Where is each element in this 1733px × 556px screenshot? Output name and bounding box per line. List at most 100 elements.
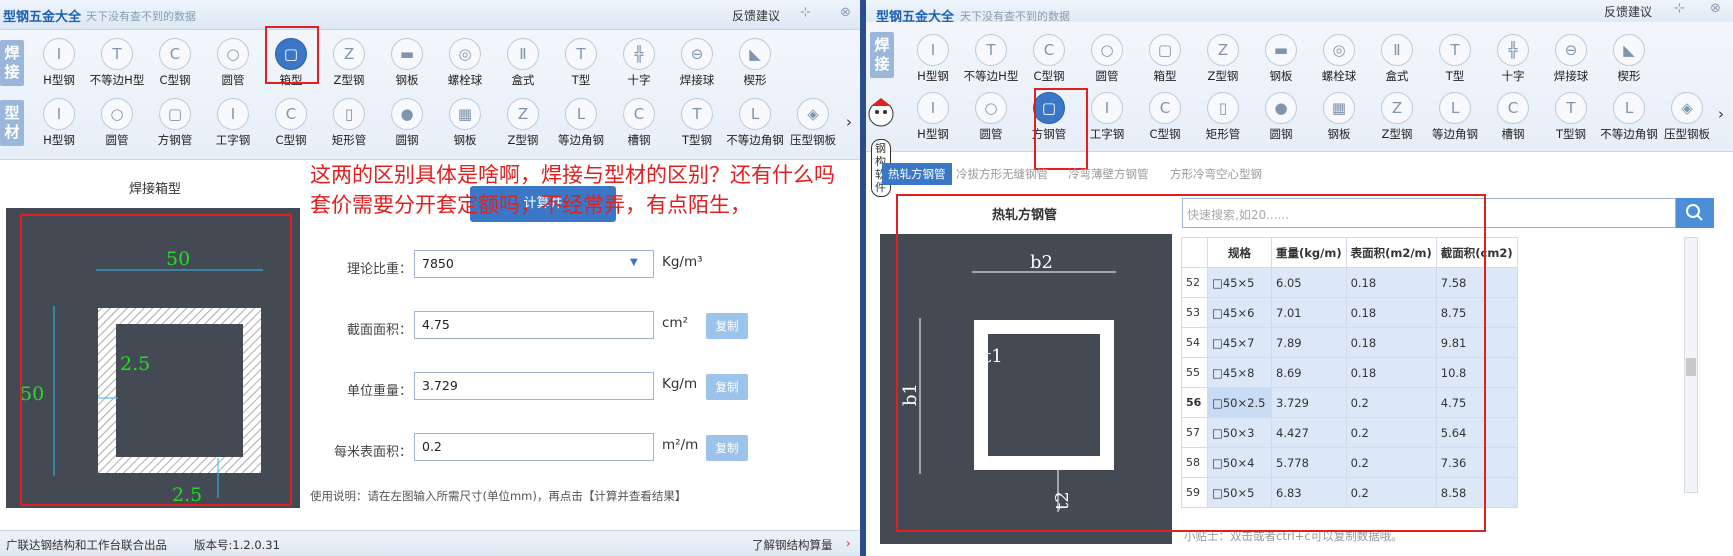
tool-steel-plate[interactable]: ▦ 钢板	[436, 98, 494, 152]
tool-box-type[interactable]: Ⅱ 盒式	[1368, 34, 1426, 88]
tool-T-beam[interactable]: T T型	[552, 38, 610, 92]
tool-cross-beam[interactable]: ╬ 十字	[1484, 34, 1542, 88]
tool-round-pipe[interactable]: ○ 圆管	[962, 92, 1020, 146]
density-select[interactable]: 7850	[414, 250, 654, 278]
tool-round-pipe[interactable]: ○ 圆管	[1078, 34, 1136, 88]
tool-label: Z型钢	[333, 73, 365, 87]
tool-H-beam[interactable]: I H型钢	[904, 92, 962, 146]
tool-Z-beam[interactable]: Z Z型钢	[320, 38, 378, 92]
tool-H-beam[interactable]: I H型钢	[904, 34, 962, 88]
tool-label: Z型钢	[507, 133, 539, 147]
round-pipe-icon: ○	[975, 92, 1007, 124]
pin-icon[interactable]: ⊹	[800, 5, 811, 20]
tool-T-beam[interactable]: T T型钢	[668, 98, 726, 152]
pin-icon[interactable]: ⊹	[1674, 1, 1685, 16]
tool-Z-beam[interactable]: Z Z型钢	[494, 98, 552, 152]
chevron-down-icon[interactable]: ▼	[630, 257, 638, 268]
close-icon[interactable]: ⊗	[1710, 1, 1721, 16]
tool-bolt-ball[interactable]: ◎ 螺栓球	[436, 38, 494, 92]
tool-unequal-H-beam[interactable]: T 不等边H型	[962, 34, 1020, 88]
tool-label: C型钢	[1149, 127, 1181, 141]
scrollbar-thumb[interactable]	[1686, 358, 1696, 376]
tool-H-beam[interactable]: I H型钢	[30, 98, 88, 152]
tool-H-beam[interactable]: I H型钢	[30, 38, 88, 92]
tab-cold-bent-hollow[interactable]: 方形冷弯空心型钢	[1170, 166, 1262, 182]
tool-label: 钢板	[1327, 127, 1351, 141]
tool-box-type[interactable]: Ⅱ 盒式	[494, 38, 552, 92]
area-input[interactable]: 4.75	[414, 311, 654, 339]
tool-label: 楔形	[743, 73, 767, 87]
tool-box-section[interactable]: ▢ 箱型	[1136, 34, 1194, 88]
tool-unequal-H-beam[interactable]: T 不等边H型	[88, 38, 146, 92]
tool-steel-plate[interactable]: ▬ 钢板	[1252, 34, 1310, 88]
tool-label: C型钢	[275, 133, 307, 147]
tool-wedge[interactable]: ◣ 楔形	[1600, 34, 1658, 88]
copy-area-button[interactable]: 复制	[706, 313, 748, 339]
tool-label: 不等边角钢	[726, 133, 784, 147]
tool-equal-angle[interactable]: L 等边角钢	[552, 98, 610, 152]
T-beam-icon: T	[1439, 34, 1471, 66]
close-icon[interactable]: ⊗	[840, 5, 851, 20]
copy-unit-weight-button[interactable]: 复制	[706, 374, 748, 400]
table-scrollbar[interactable]	[1684, 237, 1698, 493]
tool-unequal-angle[interactable]: L 不等边角钢	[1600, 92, 1658, 146]
tab-hot-rolled[interactable]: 热轧方钢管	[882, 163, 952, 185]
tool-label: H型钢	[43, 73, 75, 87]
title-bar: 型钢五金大全 天下没有查不到的数据 反馈建议 ⊹ ⊗	[0, 0, 860, 30]
annotation-text: 这两的区别具体是啥啊，焊接与型材的区别？还有什么吗套价需要分开套定额吗，不经常弄…	[310, 163, 835, 217]
tool-rect-pipe[interactable]: ▯ 矩形管	[320, 98, 378, 152]
tool-label: 箱型	[1153, 69, 1177, 83]
equal-angle-icon: L	[565, 98, 597, 130]
feedback-link[interactable]: 反馈建议	[732, 7, 780, 24]
tool-round-steel[interactable]: ● 圆钢	[378, 98, 436, 152]
tool-label: Z型钢	[1381, 127, 1413, 141]
unequal-H-beam-icon: T	[975, 34, 1007, 66]
tool-equal-angle[interactable]: L 等边角钢	[1426, 92, 1484, 146]
channel-icon: C	[623, 98, 655, 130]
search-icon	[1686, 204, 1703, 221]
tool-welded-ball[interactable]: ⊖ 焊接球	[1542, 34, 1600, 88]
tool-round-pipe[interactable]: ○ 圆管	[204, 38, 262, 92]
tool-Z-beam[interactable]: Z Z型钢	[1368, 92, 1426, 146]
tab-cold-bent-thin[interactable]: 冷弯薄壁方钢管	[1068, 166, 1149, 182]
T-beam-icon: T	[565, 38, 597, 70]
chevron-right-icon[interactable]: ›	[846, 113, 852, 131]
tool-I-beam[interactable]: I 工字钢	[204, 98, 262, 152]
tool-round-pipe[interactable]: ○ 圆管	[88, 98, 146, 152]
tool-unequal-angle[interactable]: L 不等边角钢	[726, 98, 784, 152]
tool-deck-plate[interactable]: ◈ 压型钢板	[784, 98, 842, 152]
tool-Z-beam[interactable]: Z Z型钢	[1194, 34, 1252, 88]
tool-C-beam[interactable]: C C型钢	[262, 98, 320, 152]
chevron-right-icon[interactable]: ›	[1718, 105, 1724, 123]
tool-steel-plate[interactable]: ▦ 钢板	[1310, 92, 1368, 146]
tool-wedge[interactable]: ◣ 楔形	[726, 38, 784, 92]
tool-channel[interactable]: C 槽钢	[1484, 92, 1542, 146]
tool-square-pipe[interactable]: ▢ 方钢管	[146, 98, 204, 152]
tool-C-beam[interactable]: C C型钢	[1136, 92, 1194, 146]
copy-surface-button[interactable]: 复制	[706, 435, 748, 461]
feedback-link[interactable]: 反馈建议	[1604, 3, 1652, 20]
tool-T-beam[interactable]: T T型钢	[1542, 92, 1600, 146]
tool-round-steel[interactable]: ● 圆钢	[1252, 92, 1310, 146]
chevron-right-icon[interactable]: ›	[846, 536, 851, 550]
tab-cold-drawn[interactable]: 冷拔方形无缝钢管	[956, 166, 1048, 182]
tool-welded-ball[interactable]: ⊖ 焊接球	[668, 38, 726, 92]
learn-more-link[interactable]: 了解钢结构算量	[752, 537, 833, 553]
tool-deck-plate[interactable]: ◈ 压型钢板	[1658, 92, 1716, 146]
unit-weight-input[interactable]: 3.729	[414, 372, 654, 400]
surface-input[interactable]: 0.2	[414, 433, 654, 461]
tool-channel[interactable]: C 槽钢	[610, 98, 668, 152]
tool-cross-beam[interactable]: ╬ 十字	[610, 38, 668, 92]
cross-beam-icon: ╬	[1497, 34, 1529, 66]
tool-rect-pipe[interactable]: ▯ 矩形管	[1194, 92, 1252, 146]
tool-bolt-ball[interactable]: ◎ 螺栓球	[1310, 34, 1368, 88]
tool-C-beam[interactable]: C C型钢	[146, 38, 204, 92]
search-button[interactable]	[1676, 198, 1714, 228]
tool-T-beam[interactable]: T T型	[1426, 34, 1484, 88]
tool-label: 压型钢板	[1664, 127, 1710, 141]
tool-C-beam[interactable]: C C型钢	[1020, 34, 1078, 88]
Z-beam-icon: Z	[507, 98, 539, 130]
tool-steel-plate[interactable]: ▬ 钢板	[378, 38, 436, 92]
tool-label: H型钢	[43, 133, 75, 147]
mascot-face-icon	[868, 98, 894, 127]
